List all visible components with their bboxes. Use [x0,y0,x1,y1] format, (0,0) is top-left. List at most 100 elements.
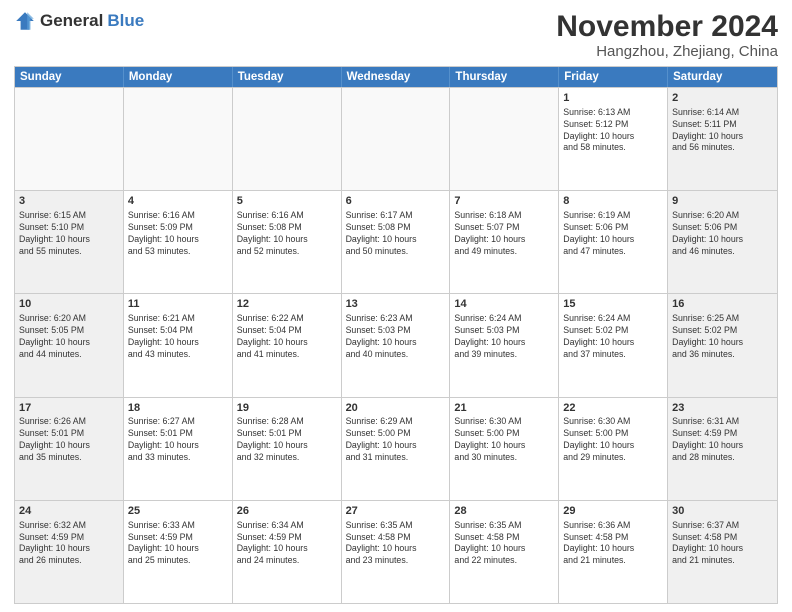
cell-info: and 21 minutes. [672,555,773,567]
cell-info: Daylight: 10 hours [128,234,228,246]
calendar-cell: 29Sunrise: 6:36 AMSunset: 4:58 PMDayligh… [559,501,668,603]
day-number: 1 [563,91,663,106]
cell-info: Daylight: 10 hours [128,543,228,555]
calendar-cell: 8Sunrise: 6:19 AMSunset: 5:06 PMDaylight… [559,191,668,293]
cell-info: Sunset: 5:00 PM [563,428,663,440]
cell-info: Sunrise: 6:13 AM [563,107,663,119]
cell-info: and 58 minutes. [563,142,663,154]
day-number: 28 [454,504,554,519]
cell-info: Sunset: 5:01 PM [128,428,228,440]
cell-info: Sunset: 5:08 PM [346,222,446,234]
calendar-cell: 12Sunrise: 6:22 AMSunset: 5:04 PMDayligh… [233,294,342,396]
calendar-cell: 22Sunrise: 6:30 AMSunset: 5:00 PMDayligh… [559,398,668,500]
cell-info: Sunset: 4:59 PM [672,428,773,440]
calendar-cell [15,88,124,190]
calendar-row: 17Sunrise: 6:26 AMSunset: 5:01 PMDayligh… [15,397,777,500]
calendar-row: 24Sunrise: 6:32 AMSunset: 4:59 PMDayligh… [15,500,777,603]
cell-info: Daylight: 10 hours [454,234,554,246]
cell-info: Sunset: 4:58 PM [672,532,773,544]
calendar-cell: 16Sunrise: 6:25 AMSunset: 5:02 PMDayligh… [668,294,777,396]
cell-info: Sunrise: 6:29 AM [346,416,446,428]
cell-info: Sunrise: 6:15 AM [19,210,119,222]
cell-info: Sunrise: 6:19 AM [563,210,663,222]
cell-info: Sunrise: 6:20 AM [672,210,773,222]
day-number: 9 [672,194,773,209]
cell-info: and 23 minutes. [346,555,446,567]
day-number: 25 [128,504,228,519]
calendar-cell: 13Sunrise: 6:23 AMSunset: 5:03 PMDayligh… [342,294,451,396]
cell-info: Sunset: 4:59 PM [128,532,228,544]
cell-info: Daylight: 10 hours [454,543,554,555]
cell-info: Daylight: 10 hours [237,337,337,349]
cell-info: and 35 minutes. [19,452,119,464]
cell-info: Sunrise: 6:35 AM [346,520,446,532]
cell-info: Sunrise: 6:31 AM [672,416,773,428]
day-number: 2 [672,91,773,106]
cell-info: Daylight: 10 hours [563,234,663,246]
cell-info: and 44 minutes. [19,349,119,361]
logo-icon [14,10,36,32]
day-number: 19 [237,401,337,416]
cell-info: Daylight: 10 hours [237,234,337,246]
header-day: Tuesday [233,67,342,87]
cell-info: Sunset: 4:58 PM [454,532,554,544]
cell-info: Sunrise: 6:16 AM [128,210,228,222]
cell-info: Daylight: 10 hours [19,543,119,555]
calendar-cell [450,88,559,190]
calendar-cell: 17Sunrise: 6:26 AMSunset: 5:01 PMDayligh… [15,398,124,500]
calendar-body: 1Sunrise: 6:13 AMSunset: 5:12 PMDaylight… [15,87,777,603]
header-day: Friday [559,67,668,87]
calendar-cell: 25Sunrise: 6:33 AMSunset: 4:59 PMDayligh… [124,501,233,603]
cell-info: Sunset: 5:00 PM [454,428,554,440]
calendar-cell: 20Sunrise: 6:29 AMSunset: 5:00 PMDayligh… [342,398,451,500]
day-number: 22 [563,401,663,416]
cell-info: and 53 minutes. [128,246,228,258]
logo: General Blue [14,10,144,32]
calendar-cell: 21Sunrise: 6:30 AMSunset: 5:00 PMDayligh… [450,398,559,500]
cell-info: Daylight: 10 hours [672,234,773,246]
cell-info: Sunrise: 6:21 AM [128,313,228,325]
header-day: Sunday [15,67,124,87]
cell-info: Sunset: 4:59 PM [237,532,337,544]
calendar-cell: 30Sunrise: 6:37 AMSunset: 4:58 PMDayligh… [668,501,777,603]
cell-info: Sunset: 4:58 PM [346,532,446,544]
calendar-cell: 11Sunrise: 6:21 AMSunset: 5:04 PMDayligh… [124,294,233,396]
cell-info: Sunset: 4:59 PM [19,532,119,544]
cell-info: Sunset: 5:04 PM [128,325,228,337]
cell-info: and 41 minutes. [237,349,337,361]
cell-info: and 43 minutes. [128,349,228,361]
cell-info: Sunrise: 6:20 AM [19,313,119,325]
cell-info: Sunrise: 6:23 AM [346,313,446,325]
cell-info: Daylight: 10 hours [563,440,663,452]
cell-info: Daylight: 10 hours [563,337,663,349]
calendar-cell: 10Sunrise: 6:20 AMSunset: 5:05 PMDayligh… [15,294,124,396]
cell-info: and 26 minutes. [19,555,119,567]
calendar-cell [342,88,451,190]
cell-info: Sunrise: 6:34 AM [237,520,337,532]
calendar-cell: 18Sunrise: 6:27 AMSunset: 5:01 PMDayligh… [124,398,233,500]
cell-info: Daylight: 10 hours [346,234,446,246]
location-title: Hangzhou, Zhejiang, China [556,43,778,60]
cell-info: Sunrise: 6:26 AM [19,416,119,428]
cell-info: and 39 minutes. [454,349,554,361]
cell-info: Sunset: 4:58 PM [563,532,663,544]
logo-general: General [40,11,103,31]
calendar-cell: 14Sunrise: 6:24 AMSunset: 5:03 PMDayligh… [450,294,559,396]
cell-info: Daylight: 10 hours [563,131,663,143]
cell-info: Daylight: 10 hours [672,131,773,143]
cell-info: and 36 minutes. [672,349,773,361]
cell-info: Daylight: 10 hours [128,337,228,349]
cell-info: Sunrise: 6:32 AM [19,520,119,532]
cell-info: and 37 minutes. [563,349,663,361]
cell-info: Daylight: 10 hours [128,440,228,452]
day-number: 29 [563,504,663,519]
calendar-cell: 15Sunrise: 6:24 AMSunset: 5:02 PMDayligh… [559,294,668,396]
calendar-cell: 19Sunrise: 6:28 AMSunset: 5:01 PMDayligh… [233,398,342,500]
cell-info: Daylight: 10 hours [454,337,554,349]
cell-info: and 50 minutes. [346,246,446,258]
calendar-cell: 1Sunrise: 6:13 AMSunset: 5:12 PMDaylight… [559,88,668,190]
day-number: 10 [19,297,119,312]
cell-info: Sunset: 5:01 PM [19,428,119,440]
day-number: 24 [19,504,119,519]
day-number: 11 [128,297,228,312]
